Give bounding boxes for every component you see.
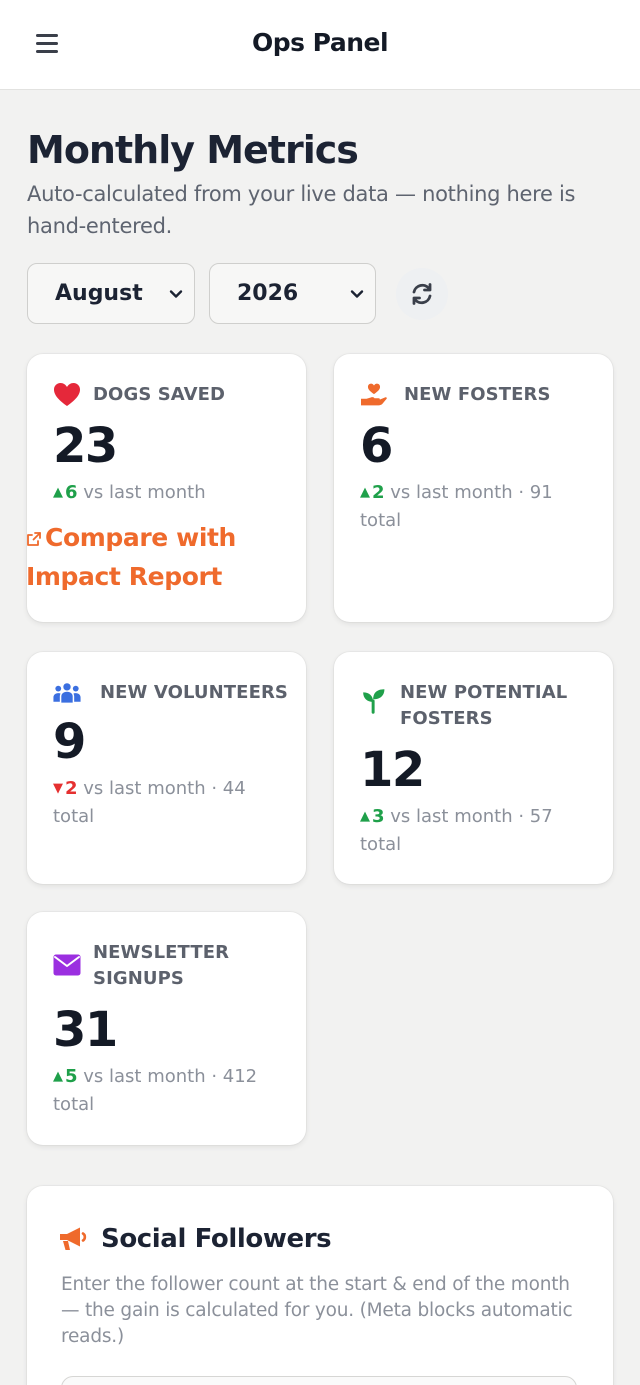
- envelope-icon: [53, 954, 81, 976]
- delta-text: vs last month: [77, 482, 206, 503]
- year-select[interactable]: 2026: [209, 263, 376, 324]
- chevron-down-icon: [350, 290, 364, 298]
- delta-text: vs last month · 412 total: [53, 1066, 258, 1115]
- metric-delta: ▲ 5 vs last month · 412 total: [53, 1064, 283, 1118]
- delta-text: vs last month · 91 total: [360, 482, 553, 531]
- metric-card-new-volunteers: NEW VOLUNTEERS 9 ▼ 2 vs last month · 44 t…: [27, 652, 306, 884]
- metric-delta: ▼ 2 vs last month · 44 total: [53, 776, 283, 830]
- metric-value: 9: [53, 714, 86, 770]
- delta-number: 3: [372, 806, 385, 827]
- external-link-icon: [27, 532, 41, 546]
- refresh-button[interactable]: [396, 268, 448, 320]
- metric-card-new-fosters: NEW FOSTERS 6 ▲ 2 vs last month · 91 tota…: [334, 354, 613, 622]
- page-subtitle: Auto-calculated from your live data — no…: [27, 182, 576, 238]
- social-followers-description: Enter the follower count at the start & …: [61, 1274, 573, 1347]
- delta-number: 6: [65, 482, 78, 503]
- delta-text: vs last month · 57 total: [360, 806, 553, 855]
- trend-up-icon: ▲: [53, 1069, 63, 1084]
- metric-label: DOGS SAVED: [93, 384, 226, 405]
- compare-link-text: Compare with Impact Report: [26, 523, 236, 591]
- month-select[interactable]: August: [27, 263, 195, 324]
- people-group-icon: [53, 683, 81, 703]
- metric-delta: ▲ 3 vs last month · 57 total: [360, 804, 590, 858]
- app-title: Ops Panel: [251, 28, 389, 57]
- compare-impact-report-link[interactable]: Compare with Impact Report: [26, 518, 276, 596]
- metric-value: 31: [53, 1002, 118, 1058]
- delta-number: 5: [65, 1066, 78, 1087]
- trend-up-icon: ▲: [360, 809, 370, 824]
- social-followers-card: Social Followers Enter the follower coun…: [27, 1186, 613, 1385]
- heart-icon: [54, 383, 80, 406]
- metric-card-newsletter-signups: NEWSLETTER SIGNUPS 31 ▲ 5 vs last month ·…: [27, 912, 306, 1145]
- metric-value: 12: [360, 742, 425, 798]
- hand-heart-icon: [361, 383, 387, 406]
- delta-text: vs last month · 44 total: [53, 778, 246, 827]
- metric-label: NEW VOLUNTEERS: [100, 682, 289, 703]
- metric-value: 23: [53, 418, 118, 474]
- month-select-value: August: [55, 281, 143, 306]
- trend-up-icon: ▲: [53, 485, 63, 500]
- metric-label: NEWSLETTER SIGNUPS: [93, 942, 230, 989]
- chevron-down-icon: [169, 290, 183, 298]
- metric-label: NEW POTENTIAL FOSTERS: [400, 682, 568, 729]
- metric-delta: ▲ 2 vs last month · 91 total: [360, 480, 590, 534]
- megaphone-icon: [60, 1227, 87, 1250]
- trend-down-icon: ▼: [53, 781, 63, 796]
- refresh-icon: [412, 283, 432, 305]
- seedling-icon: [363, 689, 385, 714]
- delta-number: 2: [372, 482, 385, 503]
- trend-up-icon: ▲: [360, 485, 370, 500]
- delta-number: 2: [65, 778, 78, 799]
- top-bar: Ops Panel: [0, 0, 640, 90]
- metric-card-new-potential-fosters: NEW POTENTIAL FOSTERS 12 ▲ 3 vs last mont…: [334, 652, 613, 884]
- page-title: Monthly Metrics: [27, 128, 359, 172]
- metric-value: 6: [360, 418, 393, 474]
- follower-count-input[interactable]: [61, 1376, 577, 1385]
- year-select-value: 2026: [237, 281, 299, 306]
- metric-delta: ▲ 6 vs last month: [53, 480, 283, 508]
- metric-label: NEW FOSTERS: [404, 384, 551, 405]
- social-followers-title: Social Followers: [101, 1224, 332, 1254]
